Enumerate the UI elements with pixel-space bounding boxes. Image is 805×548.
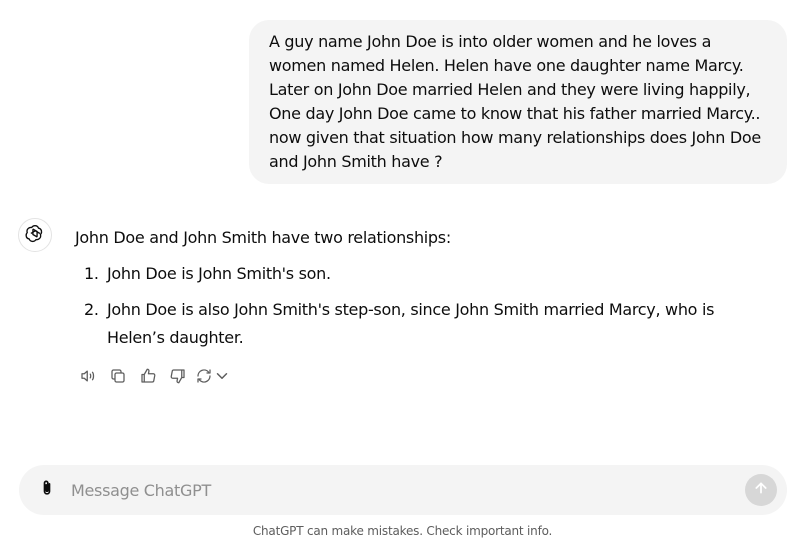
chat-page: A guy name John Doe is into older women … [0,0,805,548]
arrow-up-icon [753,480,769,500]
paperclip-icon [37,478,57,502]
chevron-down-icon [213,367,231,389]
assistant-intro: John Doe and John Smith have two relatio… [75,228,451,247]
list-item-text: John Doe is John Smith's son. [107,264,331,283]
list-item-number: 2. [84,300,99,319]
thumbs-down-icon [169,367,187,389]
regenerate-button[interactable] [196,366,230,390]
read-aloud-button[interactable] [76,366,100,390]
thumbs-down-button[interactable] [166,366,190,390]
list-item-number: 1. [84,264,99,283]
message-input[interactable] [71,480,745,500]
send-button[interactable] [745,474,777,506]
assistant-message: John Doe and John Smith have two relatio… [75,224,755,360]
list-item-text: John Doe is also John Smith's step-son, … [107,300,715,347]
message-actions [76,366,230,390]
attach-button[interactable] [35,478,59,502]
list-item: 2. John Doe is also John Smith's step-so… [75,296,755,352]
thumbs-up-button[interactable] [136,366,160,390]
copy-button[interactable] [106,366,130,390]
assistant-avatar [18,218,52,252]
copy-icon [109,367,127,389]
assistant-list: 1. John Doe is John Smith's son. 2. John… [75,260,755,352]
list-item: 1. John Doe is John Smith's son. [75,260,755,288]
message-composer [19,465,787,515]
disclaimer-text: ChatGPT can make mistakes. Check importa… [252,524,553,538]
user-message-text: A guy name John Doe is into older women … [269,32,761,171]
user-message-bubble: A guy name John Doe is into older women … [249,20,787,184]
read-aloud-icon [79,367,97,389]
openai-logo-icon [25,223,45,247]
thumbs-up-icon [139,367,157,389]
regenerate-icon [195,367,213,389]
